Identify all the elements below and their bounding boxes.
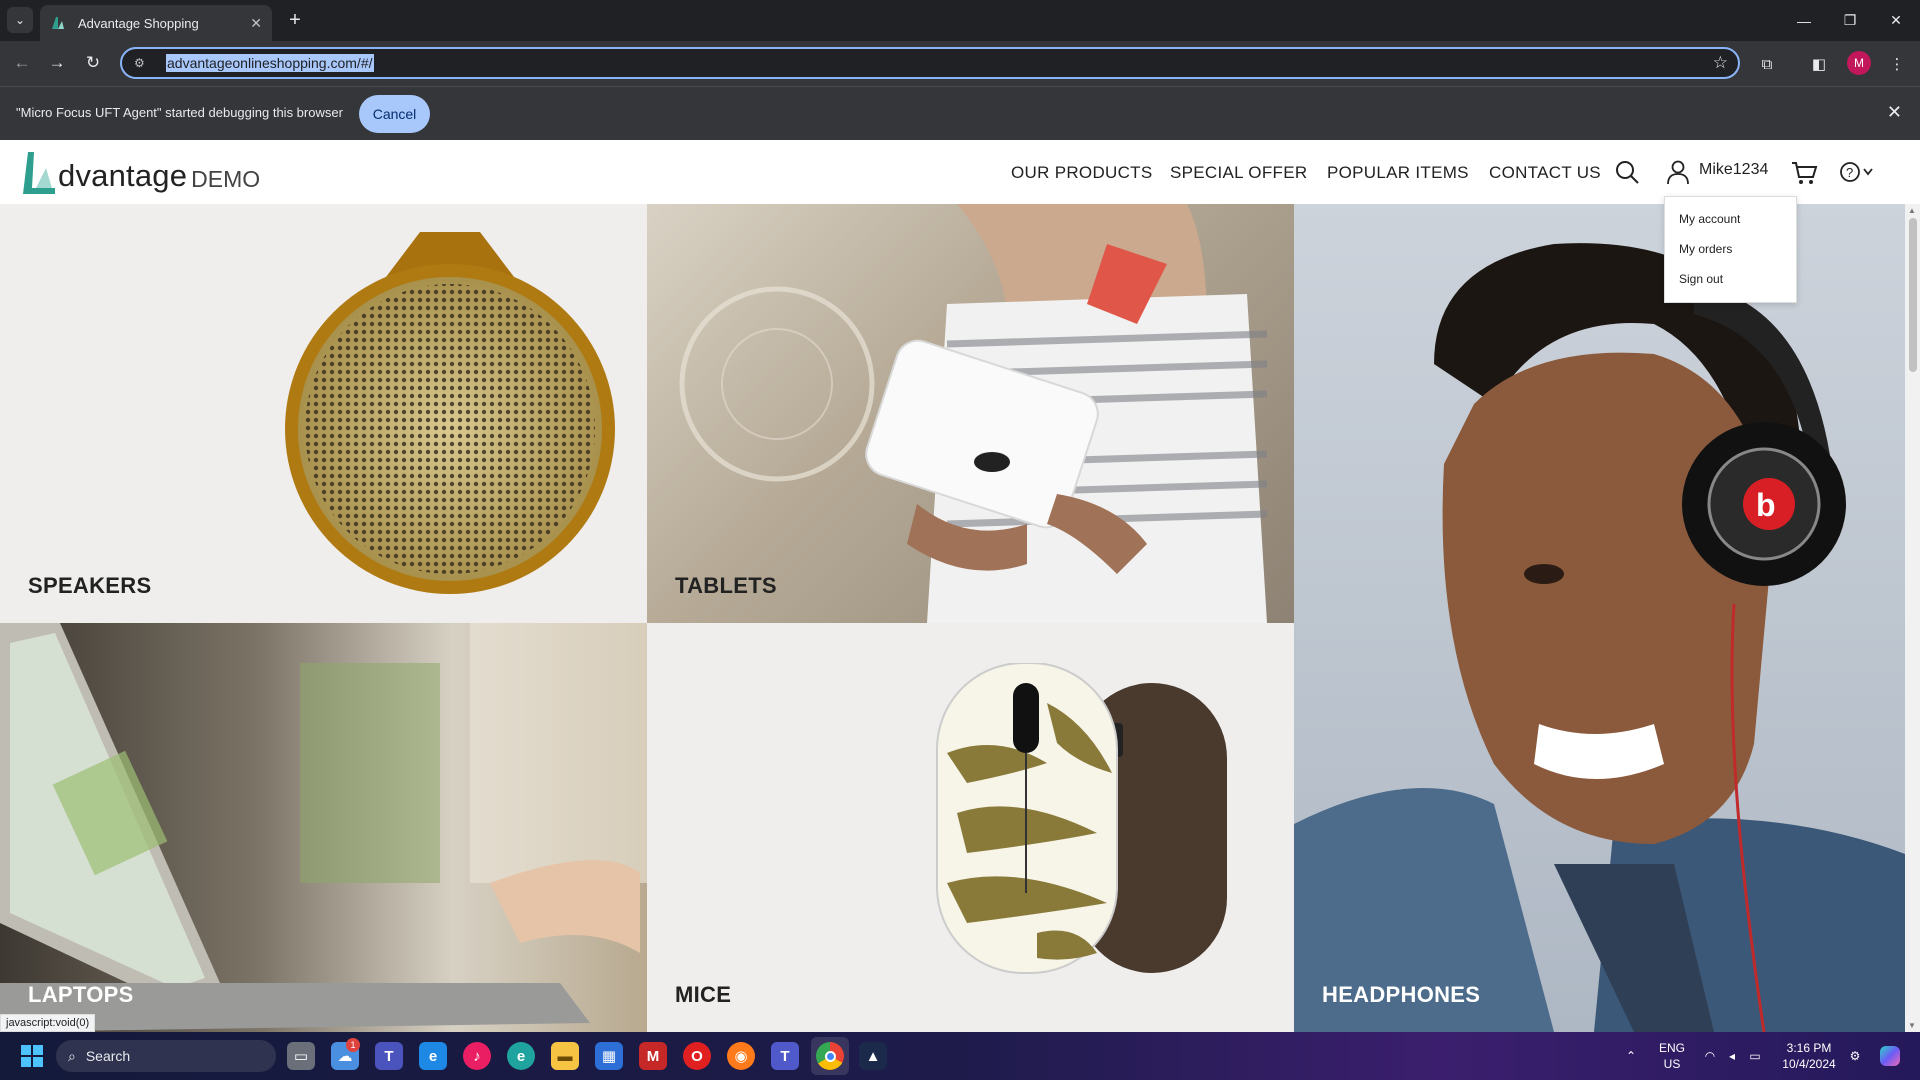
volume-icon[interactable]: ◂ xyxy=(1722,1032,1742,1080)
task-view-icon[interactable]: ▭ xyxy=(287,1042,315,1070)
nav-special-offer[interactable]: SPECIAL OFFER xyxy=(1170,163,1307,183)
music-icon[interactable]: ♪ xyxy=(463,1042,491,1070)
user-icon[interactable] xyxy=(1664,158,1692,186)
clock-time: 3:16 PM xyxy=(1786,1041,1832,1055)
bookmark-star-icon[interactable]: ☆ xyxy=(1713,53,1728,73)
laptop-image xyxy=(0,623,647,1032)
minimize-button[interactable]: — xyxy=(1781,0,1827,41)
language-indicator[interactable]: ENG US xyxy=(1657,1032,1687,1080)
side-panel-icon[interactable]: ◧ xyxy=(1808,53,1830,75)
cancel-debug-button[interactable]: Cancel xyxy=(359,95,430,133)
mice-image xyxy=(936,663,1227,974)
nav-popular-items[interactable]: POPULAR ITEMS xyxy=(1327,163,1469,183)
menu-sign-out[interactable]: Sign out xyxy=(1679,272,1723,286)
battery-icon[interactable]: ▭ xyxy=(1744,1032,1766,1080)
region-code: US xyxy=(1663,1057,1681,1071)
svg-text:b: b xyxy=(1756,487,1776,523)
language-code: ENG xyxy=(1658,1041,1685,1055)
headphones-image: b xyxy=(1294,243,1905,1032)
profile-avatar[interactable]: M xyxy=(1847,51,1871,75)
scrollbar-thumb[interactable] xyxy=(1909,218,1917,372)
site-logo[interactable]: dvantage DEMO xyxy=(22,148,260,196)
copilot-icon[interactable] xyxy=(1875,1032,1905,1080)
clock-date: 10/4/2024 xyxy=(1782,1057,1836,1071)
logo-mark-icon xyxy=(23,152,55,194)
new-tab-button[interactable]: + xyxy=(283,8,307,32)
category-tile-laptops[interactable]: LAPTOPS xyxy=(0,623,647,1032)
status-url-bubble: javascript:void(0) xyxy=(0,1014,96,1032)
infobar-close-icon[interactable]: ✕ xyxy=(1887,102,1902,123)
taskbar-search[interactable]: ⌕ Search xyxy=(56,1040,276,1072)
category-tile-headphones[interactable]: b HEADPHONES xyxy=(1294,204,1905,1032)
address-bar[interactable]: ⚙ advantageonlineshopping.com/#/ ☆ xyxy=(120,47,1740,79)
clock[interactable]: 3:16 PM 10/4/2024 xyxy=(1778,1032,1840,1080)
mcafee-icon[interactable]: M xyxy=(639,1042,667,1070)
store-icon[interactable]: ▦ xyxy=(595,1042,623,1070)
chrome-icon[interactable] xyxy=(816,1042,844,1070)
tab-close-icon[interactable]: ✕ xyxy=(250,15,262,32)
category-tile-speakers[interactable]: SPEAKERS xyxy=(0,204,647,623)
close-window-button[interactable]: ✕ xyxy=(1873,0,1919,41)
site-favicon-icon xyxy=(52,17,64,29)
user-dropdown-menu: My account My orders Sign out xyxy=(1664,196,1797,303)
debug-infobar: "Micro Focus UFT Agent" started debuggin… xyxy=(0,86,1920,140)
scroll-down-icon[interactable]: ▼ xyxy=(1908,1021,1916,1030)
extensions-icon[interactable]: ⧉ xyxy=(1756,53,1778,75)
category-tile-tablets[interactable]: TABLETS xyxy=(647,204,1294,623)
logo-demo-text: DEMO xyxy=(191,166,261,192)
category-label: LAPTOPS xyxy=(28,982,134,1007)
help-icon[interactable]: ? xyxy=(1839,158,1875,186)
opera-icon[interactable]: O xyxy=(683,1042,711,1070)
category-label: MICE xyxy=(675,982,732,1007)
category-tile-mice[interactable]: MICE xyxy=(647,623,1294,1032)
svg-text:?: ? xyxy=(1846,165,1853,180)
username-label[interactable]: Mike1234 xyxy=(1699,161,1768,179)
site-header: dvantage DEMO OUR PRODUCTS SPECIAL OFFER… xyxy=(0,140,1920,204)
browser-tab[interactable]: Advantage Shopping ✕ xyxy=(40,5,272,41)
cart-icon[interactable] xyxy=(1790,158,1818,186)
forward-arrow-icon[interactable]: → xyxy=(44,50,70,76)
tray-overflow-icon[interactable]: ⌃ xyxy=(1619,1032,1643,1080)
teams-work-icon[interactable]: T xyxy=(771,1042,799,1070)
scroll-up-icon[interactable]: ▲ xyxy=(1908,206,1916,215)
menu-my-orders[interactable]: My orders xyxy=(1679,242,1732,256)
taskbar-search-label: Search xyxy=(85,1048,131,1064)
site-info-icon[interactable]: ⚙ xyxy=(134,56,154,70)
firefox-icon[interactable]: ◉ xyxy=(727,1042,755,1070)
browser-toolbar: ← → ↻ ⚙ advantageonlineshopping.com/#/ ☆… xyxy=(0,41,1920,86)
chevron-down-icon: ⌄ xyxy=(14,13,26,27)
logo-brand-text: dvantage xyxy=(58,158,188,193)
category-grid: SPEAKERS TABLETS b HEADPHONES LAPTOPS MI… xyxy=(0,204,1905,1032)
wifi-icon[interactable]: ◠ xyxy=(1700,1032,1720,1080)
teams-icon[interactable]: T xyxy=(375,1042,403,1070)
nav-our-products[interactable]: OUR PRODUCTS xyxy=(1011,163,1153,183)
nav-contact-us[interactable]: CONTACT US xyxy=(1489,163,1601,183)
back-arrow-icon[interactable]: ← xyxy=(9,50,35,76)
infobar-message: "Micro Focus UFT Agent" started debuggin… xyxy=(16,105,343,120)
url-text[interactable]: advantageonlineshopping.com/#/ xyxy=(166,54,374,72)
windows-taskbar: ⌕ Search ▭ ☁ 1 T e ♪ e ▬ ▦ M O ◉ T ▲ ⌃ E… xyxy=(0,1032,1920,1080)
category-label: HEADPHONES xyxy=(1322,982,1481,1007)
notifications-icon[interactable]: ⚙ xyxy=(1843,1032,1867,1080)
tab-search-button[interactable]: ⌄ xyxy=(7,7,33,33)
menu-my-account[interactable]: My account xyxy=(1679,212,1740,226)
speaker-image xyxy=(285,232,615,594)
tab-title: Advantage Shopping xyxy=(78,15,199,31)
search-icon[interactable] xyxy=(1613,158,1641,186)
notification-badge: 1 xyxy=(346,1038,360,1052)
app-deploy-icon[interactable]: ▲ xyxy=(859,1042,887,1070)
browser-tab-strip: ⌄ Advantage Shopping ✕ + — ❐ ✕ xyxy=(0,0,1920,41)
edge-icon[interactable]: e xyxy=(507,1042,535,1070)
page-scrollbar[interactable]: ▲ ▼ xyxy=(1905,204,1920,1032)
restore-button[interactable]: ❐ xyxy=(1827,0,1873,41)
menu-kebab-icon[interactable]: ⋮ xyxy=(1886,53,1908,75)
ie-icon[interactable]: e xyxy=(419,1042,447,1070)
windows-start-icon[interactable] xyxy=(20,1044,44,1068)
file-explorer-icon[interactable]: ▬ xyxy=(551,1042,579,1070)
reload-icon[interactable]: ↻ xyxy=(80,50,106,76)
category-label: SPEAKERS xyxy=(28,573,152,598)
tablet-image xyxy=(679,204,1268,623)
category-label: TABLETS xyxy=(675,573,777,598)
search-icon: ⌕ xyxy=(68,1047,76,1064)
